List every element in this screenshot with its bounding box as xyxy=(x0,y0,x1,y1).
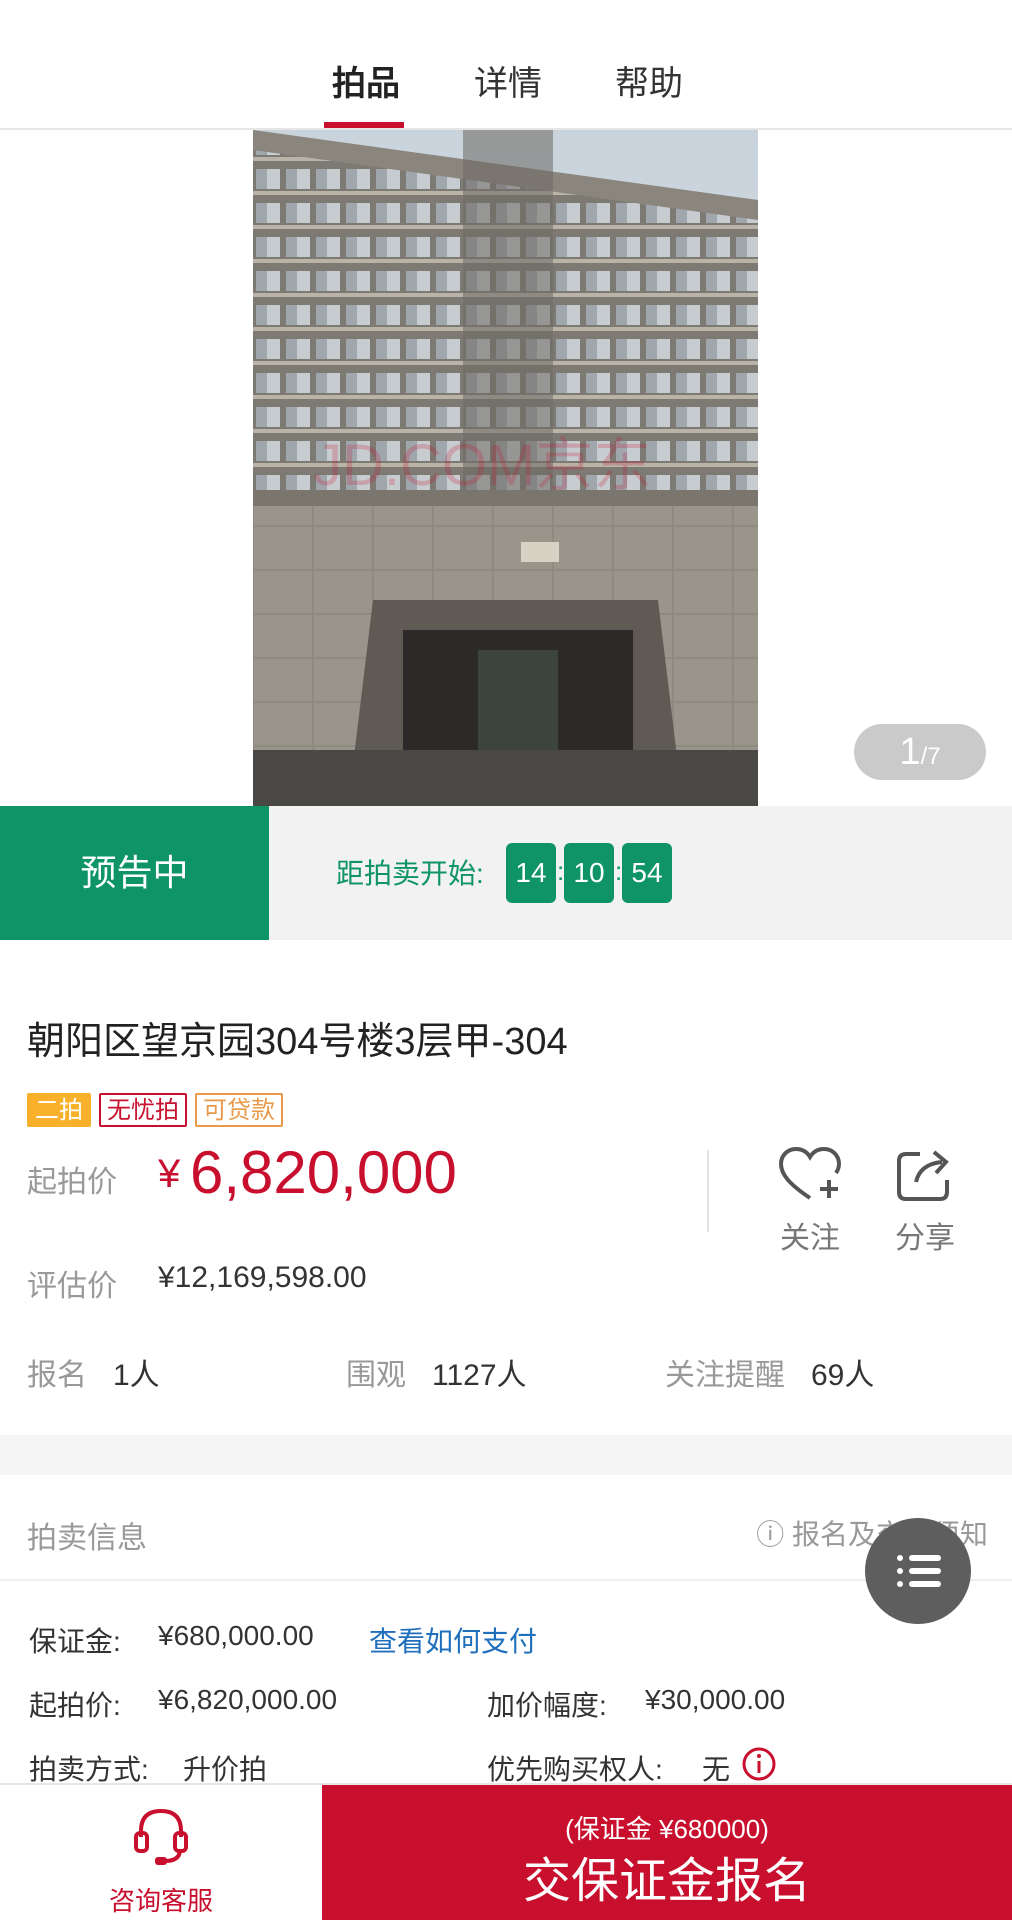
stat-label: 报名 xyxy=(27,1359,87,1392)
deposit-value: ¥680,000.00 xyxy=(158,1620,314,1651)
photo-index: 1 xyxy=(899,731,921,773)
countdown-hours: 14 xyxy=(506,843,556,903)
priority-buyer-label: 优先购买权人: xyxy=(487,1754,663,1785)
follow-label: 关注 xyxy=(780,1222,840,1255)
auction-method-label: 拍卖方式: xyxy=(29,1754,149,1785)
watermark: JD.COM京东 xyxy=(313,433,651,498)
start-price-label-2: 起拍价: xyxy=(29,1690,121,1721)
floating-menu-button[interactable] xyxy=(865,1518,971,1624)
photo-gallery[interactable]: JD.COM京东 1/7 xyxy=(0,130,1012,806)
photo-counter: 1/7 xyxy=(854,724,986,780)
stat-value: 1人 xyxy=(113,1359,160,1392)
stat-label: 关注提醒 xyxy=(665,1359,785,1392)
customer-service-label: 咨询客服 xyxy=(108,1886,213,1916)
tab-auction-item[interactable]: 拍品 xyxy=(332,56,400,105)
countdown-seconds: 54 xyxy=(622,843,672,903)
increment-value: ¥30,000.00 xyxy=(645,1684,786,1715)
item-title: 朝阳区望京园304号楼3层甲-304 xyxy=(27,1021,568,1063)
headset-icon xyxy=(134,1808,188,1865)
follow-button[interactable]: 关注 xyxy=(765,1144,855,1257)
heart-plus-icon xyxy=(778,1146,842,1200)
building-photo[interactable]: JD.COM京东 xyxy=(253,130,758,806)
how-to-pay-link[interactable]: 查看如何支付 xyxy=(369,1620,537,1660)
stat-value: 1127人 xyxy=(432,1359,527,1392)
customer-service-button[interactable]: 咨询客服 xyxy=(0,1785,322,1920)
start-price-label: 起拍价 xyxy=(27,1166,117,1199)
register-label: 交保证金报名 xyxy=(522,1855,811,1908)
stat-reminders: 关注提醒 69人 xyxy=(665,1350,874,1394)
countdown-label: 距拍卖开始: xyxy=(336,858,484,889)
start-price-value: 6,820,000 xyxy=(190,1139,457,1206)
deposit-label: 保证金: xyxy=(29,1626,121,1657)
bottom-action-bar: 咨询客服 (保证金 ¥680000) 交保证金报名 xyxy=(0,1783,1012,1920)
start-price-value-2: ¥6,820,000.00 xyxy=(158,1684,338,1715)
auction-method-value: 升价拍 xyxy=(183,1754,268,1785)
list-menu-icon xyxy=(897,1555,941,1587)
tag-loan-available: 可贷款 xyxy=(195,1093,283,1127)
auction-info-title: 拍卖信息 xyxy=(27,1522,147,1555)
share-label: 分享 xyxy=(895,1222,955,1255)
info-icon[interactable] xyxy=(741,1746,777,1782)
auction-status-band: 预告中 距拍卖开始: 14 : 10 : 54 xyxy=(0,806,1012,940)
stat-views: 围观 1127人 xyxy=(346,1350,527,1394)
status-label: 预告中 xyxy=(0,806,269,940)
stat-label: 围观 xyxy=(346,1359,406,1392)
currency-symbol: ¥ xyxy=(158,1152,181,1196)
photo-total: /7 xyxy=(920,743,941,770)
tab-bar: 拍品 详情 帮助 xyxy=(0,0,1012,130)
active-tab-indicator xyxy=(324,122,404,128)
section-gap xyxy=(0,1435,1012,1475)
pay-deposit-register-button[interactable]: (保证金 ¥680000) 交保证金报名 xyxy=(322,1785,1012,1920)
share-icon xyxy=(897,1150,949,1201)
tab-help[interactable]: 帮助 xyxy=(615,56,683,105)
tag-worry-free: 无忧拍 xyxy=(99,1093,187,1127)
countdown-minutes: 10 xyxy=(564,843,614,903)
stat-value: 69人 xyxy=(811,1359,875,1392)
share-button[interactable]: 分享 xyxy=(880,1144,970,1257)
stat-registrations: 报名 1人 xyxy=(27,1350,160,1394)
divider xyxy=(0,1579,1012,1581)
evaluation-price-value: ¥12,169,598.00 xyxy=(158,1261,367,1294)
tag-list: 二拍 无忧拍 可贷款 xyxy=(27,1093,291,1129)
divider xyxy=(707,1150,709,1232)
evaluation-price-label: 评估价 xyxy=(27,1270,117,1303)
priority-buyer-value: 无 xyxy=(702,1754,731,1785)
increment-label: 加价幅度: xyxy=(487,1690,607,1721)
tab-details[interactable]: 详情 xyxy=(474,56,542,105)
tag-second-auction: 二拍 xyxy=(27,1093,91,1127)
